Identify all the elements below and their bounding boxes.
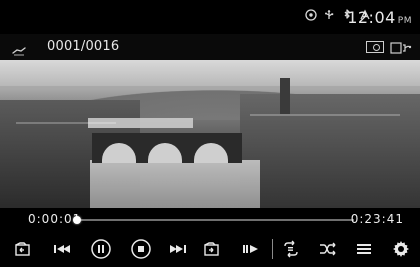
seek-knob[interactable] (72, 216, 81, 224)
clock-ampm: PM (397, 16, 412, 26)
controls-divider (272, 239, 273, 259)
media-icon (305, 9, 317, 21)
clock: 12:04 PM (347, 8, 412, 27)
video-area[interactable] (0, 60, 420, 208)
list-icon[interactable] (352, 238, 376, 260)
video-building-lines (16, 122, 116, 124)
seek-bar[interactable] (72, 216, 354, 224)
shuffle-icon[interactable] (316, 238, 340, 260)
settings-icon[interactable] (389, 238, 413, 260)
display-audio-icon[interactable] (390, 40, 412, 54)
video-right-bank (240, 94, 420, 208)
video-tower (280, 78, 290, 114)
video-bridge (92, 133, 242, 163)
next-icon[interactable] (166, 238, 190, 260)
screen-toggle-icon[interactable] (366, 41, 384, 53)
total-time: 0:23:41 (350, 212, 404, 226)
pause-icon[interactable] (88, 238, 114, 260)
usb-icon (323, 9, 335, 21)
status-bar: 12:04 PM (0, 0, 420, 34)
progress-bar: 0:00:01 0:23:41 (0, 208, 420, 232)
video-building-lines-right (250, 114, 400, 116)
previous-icon[interactable] (50, 238, 74, 260)
info-bar: 0001/0016 (0, 34, 420, 60)
video-river (90, 160, 260, 208)
ok-icon[interactable] (11, 42, 27, 56)
folder-back-icon[interactable] (12, 238, 36, 260)
playback-controls (0, 232, 420, 267)
folder-forward-icon[interactable] (201, 238, 225, 260)
repeat-icon[interactable] (279, 238, 303, 260)
slow-forward-icon[interactable] (239, 238, 263, 260)
stop-icon[interactable] (128, 238, 154, 260)
clock-time: 12:04 (347, 8, 396, 27)
track-counter: 0001/0016 (47, 39, 120, 54)
